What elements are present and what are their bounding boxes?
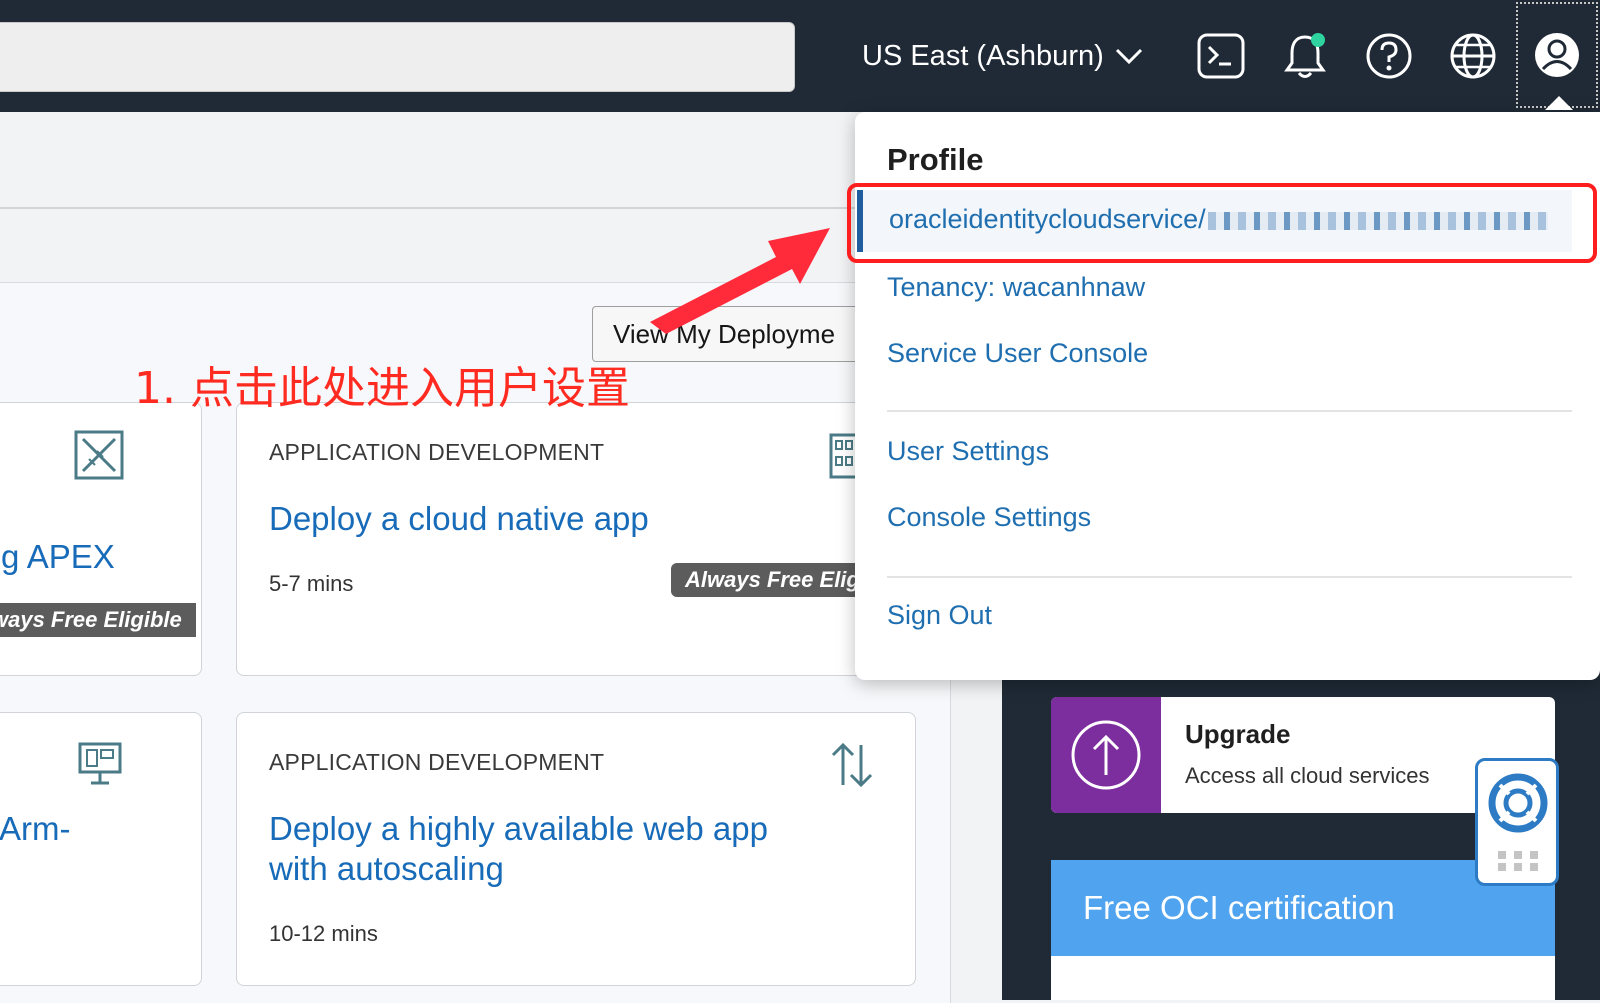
cloud-shell-button[interactable]	[1196, 30, 1246, 82]
profile-dropdown-menu: Profile oracleidentitycloudservice/ Tena…	[855, 112, 1600, 680]
redacted-username	[1207, 211, 1548, 230]
sign-out-link[interactable]: Sign Out	[887, 600, 992, 631]
profile-username-item[interactable]: oracleidentitycloudservice/	[857, 190, 1572, 252]
lifebuoy-icon	[1488, 773, 1548, 833]
service-user-console-link[interactable]: Service User Console	[887, 338, 1148, 369]
terminal-icon	[1197, 33, 1245, 79]
grid-icon	[1498, 851, 1538, 871]
sort-arrows-icon	[831, 742, 873, 788]
monitor-icon	[78, 742, 122, 785]
user-avatar-icon	[1535, 33, 1579, 77]
always-free-badge: Always Free Elig	[671, 563, 874, 597]
card-category: APPLICATION DEVELOPMENT	[269, 749, 605, 775]
upgrade-title: Upgrade	[1185, 719, 1291, 749]
notifications-button[interactable]	[1280, 30, 1330, 82]
quickstart-card-cloud-native[interactable]: APPLICATION DEVELOPMENT Deploy a cloud n…	[236, 402, 916, 676]
card-duration: 10-12 mins	[269, 921, 378, 946]
quickstart-card-arm[interactable]: Arm-	[0, 712, 202, 986]
username-prefix: oracleidentitycloudservice/	[889, 204, 1206, 234]
section-divider	[0, 207, 950, 209]
upgrade-icon-tile	[1051, 697, 1161, 813]
card-title-line2: with autoscaling	[269, 850, 504, 887]
menu-divider	[887, 410, 1572, 412]
card-title: g APEX	[1, 538, 115, 575]
menu-pointer	[1545, 96, 1573, 110]
user-settings-link[interactable]: User Settings	[887, 436, 1049, 467]
bell-icon	[1284, 33, 1326, 78]
quickstart-card-apex[interactable]: g APEX ways Free Eligible	[0, 402, 202, 676]
tutorial-annotation: 1. 点击此处进入用户设置	[134, 363, 630, 414]
profile-heading: Profile	[887, 142, 984, 177]
chevron-down-icon	[1115, 48, 1142, 65]
region-selector[interactable]: US East (Ashburn)	[862, 36, 1144, 76]
top-navigation-bar: US East (Ashburn)	[0, 0, 1600, 112]
card-duration: 5-7 mins	[269, 571, 354, 596]
card-title-line1: Deploy a highly available web app	[269, 810, 768, 847]
card-category: APPLICATION DEVELOPMENT	[269, 439, 605, 465]
ruler-pencil-icon	[74, 430, 124, 480]
help-icon	[1366, 33, 1412, 79]
tenancy-link[interactable]: Tenancy: wacanhnaw	[887, 272, 1145, 303]
search-input[interactable]	[0, 22, 795, 92]
help-button[interactable]	[1364, 30, 1414, 82]
language-button[interactable]	[1448, 30, 1498, 82]
help-widget[interactable]	[1475, 758, 1559, 886]
arrow-up-circle-icon	[1071, 720, 1141, 790]
card-title: Deploy a cloud native app	[269, 500, 649, 537]
always-free-badge: ways Free Eligible	[0, 603, 196, 637]
region-label: US East (Ashburn)	[862, 39, 1104, 72]
console-settings-link[interactable]: Console Settings	[887, 502, 1091, 533]
profile-menu-button[interactable]	[1516, 2, 1598, 108]
view-my-deployments-button[interactable]: View My Deployme	[592, 306, 892, 362]
globe-icon	[1450, 33, 1496, 79]
upgrade-description: Access all cloud services	[1185, 763, 1430, 788]
menu-divider	[887, 576, 1572, 578]
quickstart-card-ha-web-app[interactable]: APPLICATION DEVELOPMENT Deploy a highly …	[236, 712, 916, 986]
card-title: Arm-	[0, 810, 71, 847]
